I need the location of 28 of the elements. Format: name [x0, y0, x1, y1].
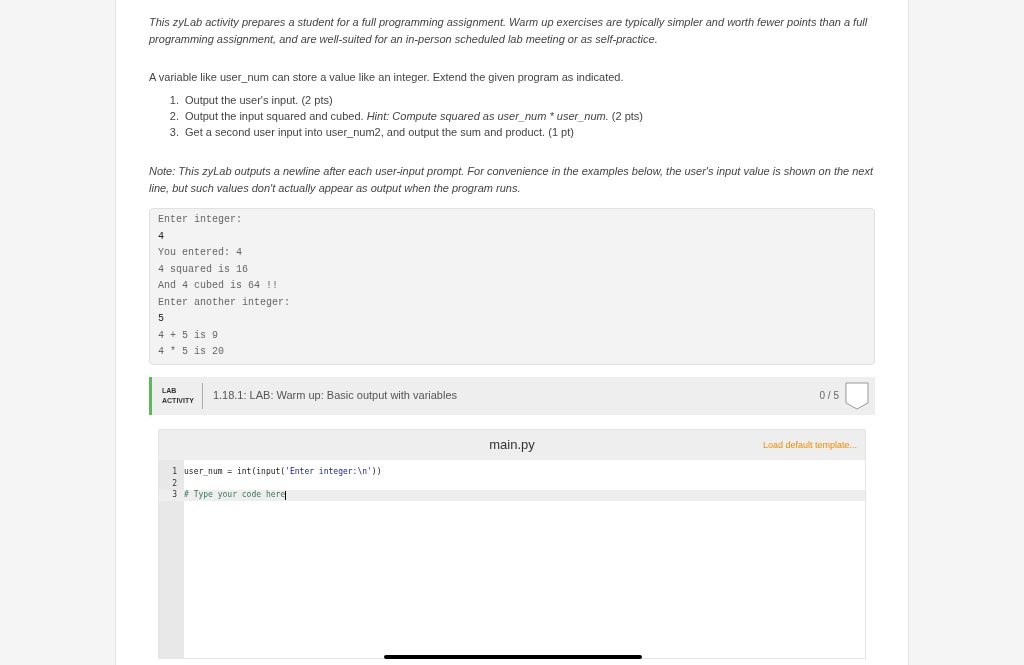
step-number: 2.	[168, 109, 179, 124]
intro-paragraph: This zyLab activity prepares a student for a full programming assignment. Warm up exercises are typically simpler and worth fewer points than a full programming assignment, and are well-suited for an in-person scheduled lab meeting or as self-practice.	[149, 15, 869, 47]
step-number: 1.	[168, 93, 179, 108]
code-line: # Type your code here	[184, 489, 286, 502]
score-text: 0 / 5	[819, 389, 839, 403]
step-number: 3.	[168, 125, 179, 140]
sample-output-line: Enter integer:	[158, 213, 243, 227]
score-badge-icon	[845, 381, 869, 410]
sample-output-line: You entered: 4	[158, 246, 243, 260]
line-number: 1	[171, 466, 178, 479]
sample-input-line: 4	[158, 229, 165, 244]
sample-output-line: 4 + 5 is 9	[158, 328, 219, 343]
note-paragraph: Note: This zyLab outputs a newline after each user-input prompt. For convenience in the examples below, the user's input value is shown on the next line, but such values don't actually appear as output when the program runs.	[149, 164, 875, 196]
description-text: A variable like user_num can store a value like an integer. Extend the given program as indicated.	[149, 70, 625, 85]
sample-output-line: 4 * 5 is 20	[158, 345, 225, 359]
lab-title: 1.18.1: LAB: Warm up: Basic output with variables	[212, 388, 459, 404]
step-text: Output the user's input. (2 pts)	[185, 93, 333, 108]
text-cursor	[285, 490, 287, 500]
sample-output-line: And 4 cubed is 64 !!	[158, 279, 280, 293]
sample-input-line: 5	[158, 312, 165, 326]
code-line: user_num = int(input('Enter integer:\n'))	[184, 466, 382, 479]
sample-output-line: 4 squared is 16	[158, 262, 249, 277]
line-number: 2	[171, 477, 178, 490]
step-text: Output the input squared and cubed. Hint: Compute squared as user_num * user_num. (2 pts)	[185, 109, 643, 124]
line-number: 3	[171, 489, 178, 502]
sample-output-line: Enter another integer:	[158, 295, 292, 310]
file-name: main.py	[489, 435, 535, 454]
step-text: Get a second user input into user_num2, and output the sum and product. (1 pt)	[185, 125, 574, 140]
